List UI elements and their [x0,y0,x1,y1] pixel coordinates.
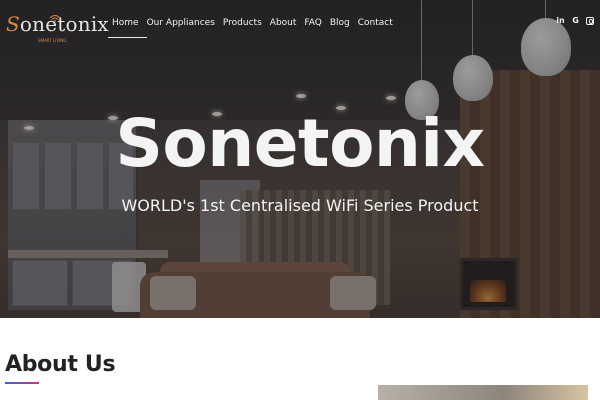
hero-title: Sonetonix [115,105,485,182]
nav-item-products[interactable]: Products [219,16,266,34]
main-nav: Home Our Appliances Products About FAQ B… [108,16,397,38]
social-links: in G [556,16,594,25]
nav-item-faq[interactable]: FAQ [300,16,325,34]
instagram-icon[interactable] [586,16,594,25]
nav-item-blog[interactable]: Blog [326,16,354,34]
brand-logo[interactable]: Sonetonix SMART LIVING [6,12,109,46]
about-heading: About Us [5,352,116,377]
google-icon[interactable]: G [571,16,580,25]
wifi-icon [49,15,61,22]
hero-subtitle: WORLD's 1st Centralised WiFi Series Prod… [121,196,479,215]
nav-item-our-appliances[interactable]: Our Appliances [143,16,219,34]
logo-tagline: SMART LIVING [38,38,67,43]
about-heading-underline [5,382,39,384]
linkedin-icon[interactable]: in [556,16,565,25]
nav-item-about[interactable]: About [266,16,301,34]
nav-item-home[interactable]: Home [108,16,147,38]
nav-item-contact[interactable]: Contact [354,16,397,34]
about-image [378,385,588,400]
